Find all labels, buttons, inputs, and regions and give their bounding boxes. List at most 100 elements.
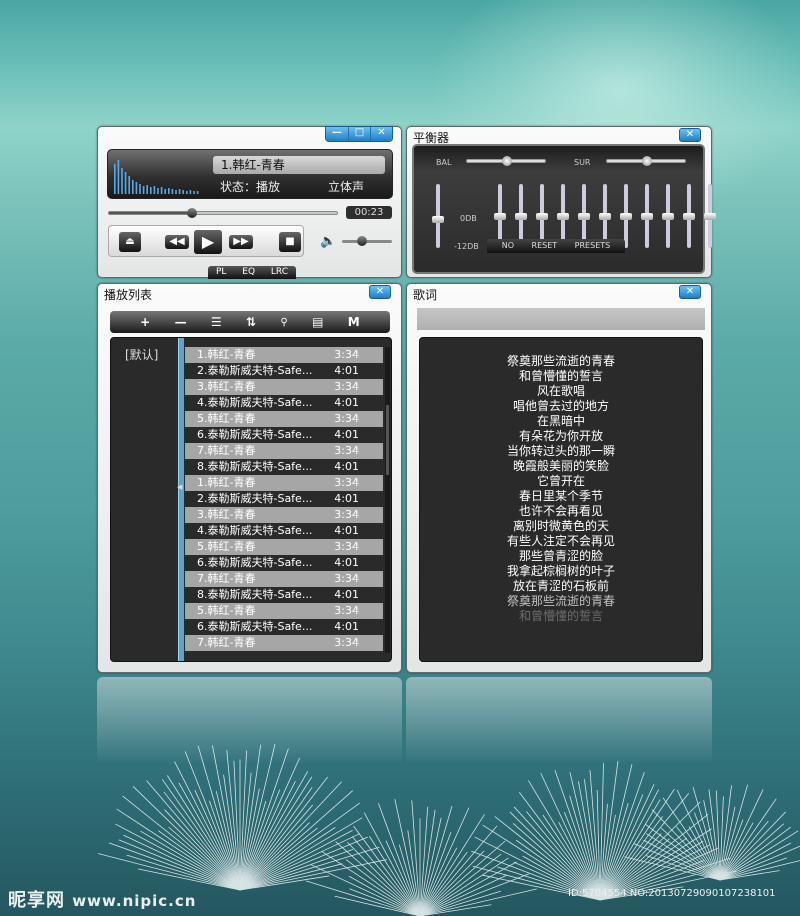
tab-eq[interactable]: EQ: [242, 266, 255, 279]
lyric-line: 也许不会再看见: [518, 504, 603, 518]
playlist-scrollbar[interactable]: [385, 347, 390, 653]
view-tabs: PL EQ LRC: [208, 266, 296, 279]
surround-knob[interactable]: [642, 156, 652, 166]
balance-slider[interactable]: [466, 156, 546, 166]
seek-knob[interactable]: [186, 208, 197, 218]
eject-button[interactable]: ⏏: [119, 232, 141, 252]
track-duration: 4:01: [334, 364, 359, 377]
track-row[interactable]: 1.韩红-青春 3:34: [185, 475, 383, 491]
eq-band-knob[interactable]: [494, 212, 506, 220]
track-name: 4.泰勒斯威夫特-Safe...: [197, 524, 313, 537]
track-row[interactable]: 1.韩红-青春 3:34: [185, 347, 383, 363]
close-icon[interactable]: ✕: [679, 128, 701, 142]
add-icon[interactable]: +: [140, 315, 150, 329]
category-default[interactable]: [默认]: [125, 346, 158, 363]
track-row[interactable]: 2.泰勒斯威夫特-Safe... 4:01: [185, 491, 383, 507]
scroll-thumb[interactable]: [386, 405, 389, 475]
surround-slider[interactable]: [606, 156, 686, 166]
search-icon[interactable]: ⚲: [280, 317, 287, 328]
eq-band-knob[interactable]: [662, 212, 674, 220]
track-name: 3.韩红-青春: [197, 380, 256, 393]
eq-band-knob[interactable]: [704, 212, 716, 220]
track-duration: 4:01: [334, 492, 359, 505]
track-row[interactable]: 7.韩红-青春 3:34: [185, 443, 383, 459]
eq-band-slider[interactable]: [683, 184, 695, 248]
eq-band-slider[interactable]: [704, 184, 716, 248]
file-icon[interactable]: ▤: [312, 315, 323, 329]
track-row[interactable]: 5.韩红-青春 3:34: [185, 539, 383, 555]
lyrics-header-bar: [417, 308, 705, 330]
close-icon[interactable]: ✕: [369, 285, 391, 299]
transport-controls: ⏏ ◀◀ ▶ ▶▶ ■: [108, 225, 304, 257]
list-icon[interactable]: ☰: [211, 315, 222, 329]
volume-icon[interactable]: 🔈: [320, 234, 336, 249]
eq-band-knob[interactable]: [620, 212, 632, 220]
eq-band-slider[interactable]: [620, 184, 632, 248]
track-row[interactable]: 7.韩红-青春 3:34: [185, 635, 383, 651]
track-duration: 3:34: [334, 412, 359, 425]
balance-label: BAL: [436, 158, 452, 167]
eq-reset-button[interactable]: RESET: [532, 239, 558, 253]
track-row[interactable]: 4.泰勒斯威夫特-Safe... 4:01: [185, 523, 383, 539]
lyric-line: 风在歌唱: [536, 384, 585, 398]
balance-knob[interactable]: [502, 156, 512, 166]
stereo-mode: 立体声: [328, 180, 365, 194]
splitter[interactable]: [178, 338, 184, 661]
prev-button[interactable]: ◀◀: [165, 235, 189, 249]
track-row[interactable]: 6.泰勒斯威夫特-Safe... 4:01: [185, 555, 383, 571]
mode-icon[interactable]: M: [348, 315, 360, 329]
track-name: 2.泰勒斯威夫特-Safe...: [197, 492, 313, 505]
eq-band-knob[interactable]: [683, 212, 695, 220]
track-row[interactable]: 4.泰勒斯威夫特-Safe... 4:01: [185, 395, 383, 411]
stop-button[interactable]: ■: [279, 232, 301, 252]
close-icon[interactable]: ✕: [679, 285, 701, 299]
seek-bar[interactable]: [108, 208, 338, 218]
play-button[interactable]: ▶: [194, 230, 222, 254]
preamp-slider[interactable]: [432, 184, 444, 248]
lyrics-body: 祭奠那些流逝的青春 和曾懵懂的誓言 风在歌唱 唱他曾去过的地方 在黑暗中 有朵花为你开放当…: [419, 337, 703, 662]
eq-band-knob[interactable]: [536, 212, 548, 220]
eq-band-knob[interactable]: [515, 212, 527, 220]
track-name: 7.韩红-青春: [197, 572, 256, 585]
preamp-knob[interactable]: [432, 216, 444, 223]
eq-band-slider[interactable]: [662, 184, 674, 248]
lyric-line: 和曾懵懂的誓言: [518, 609, 603, 623]
eq-band-knob[interactable]: [641, 212, 653, 220]
volume-slider[interactable]: [342, 236, 392, 246]
close-icon[interactable]: ✕: [370, 127, 392, 141]
lyric-line: 祭奠那些流逝的青春: [506, 354, 615, 368]
minimize-icon[interactable]: —: [326, 127, 348, 141]
track-row[interactable]: 5.韩红-青春 3:34: [185, 411, 383, 427]
maximize-icon[interactable]: □: [348, 127, 370, 141]
track-row[interactable]: 6.泰勒斯威夫特-Safe... 4:01: [185, 427, 383, 443]
eq-band-knob[interactable]: [578, 212, 590, 220]
track-row[interactable]: 6.泰勒斯威夫特-Safe... 4:01: [185, 619, 383, 635]
track-row[interactable]: 8.泰勒斯威夫特-Safe... 4:01: [185, 587, 383, 603]
player-window: — □ ✕ 1.韩红-青春 状态：播放 立体声 00:23 ⏏ ◀◀ ▶ ▶▶ …: [97, 126, 402, 279]
eq-band-slider[interactable]: [641, 184, 653, 248]
player-display: 1.韩红-青春 状态：播放 立体声: [107, 149, 393, 199]
db-top-label: 0DB: [460, 214, 477, 223]
lyric-line: 放在青涩的石板前: [512, 579, 609, 593]
remove-icon[interactable]: —: [175, 315, 187, 329]
playlist-toolbar: + — ☰ ⇅ ⚲ ▤ M: [110, 311, 390, 333]
eq-no-button[interactable]: NO: [502, 239, 514, 253]
eq-band-knob[interactable]: [599, 212, 611, 220]
tab-lrc[interactable]: LRC: [271, 266, 288, 279]
track-row[interactable]: 3.韩红-青春 3:34: [185, 507, 383, 523]
eq-presets-button[interactable]: PRESETS: [575, 239, 611, 253]
tab-pl[interactable]: PL: [216, 266, 226, 279]
splitter-arrow-icon[interactable]: ◀: [177, 483, 182, 491]
sort-icon[interactable]: ⇅: [246, 315, 256, 329]
track-name: 6.泰勒斯威夫特-Safe...: [197, 428, 313, 441]
track-name: 5.韩红-青春: [197, 412, 256, 425]
track-row[interactable]: 5.韩红-青春 3:34: [185, 603, 383, 619]
track-duration: 4:01: [334, 460, 359, 473]
track-row[interactable]: 7.韩红-青春 3:34: [185, 571, 383, 587]
next-button[interactable]: ▶▶: [229, 235, 253, 249]
eq-band-knob[interactable]: [557, 212, 569, 220]
track-row[interactable]: 2.泰勒斯威夫特-Safe... 4:01: [185, 363, 383, 379]
track-row[interactable]: 3.韩红-青春 3:34: [185, 379, 383, 395]
volume-knob[interactable]: [357, 236, 367, 246]
track-row[interactable]: 8.泰勒斯威夫特-Safe... 4:01: [185, 459, 383, 475]
